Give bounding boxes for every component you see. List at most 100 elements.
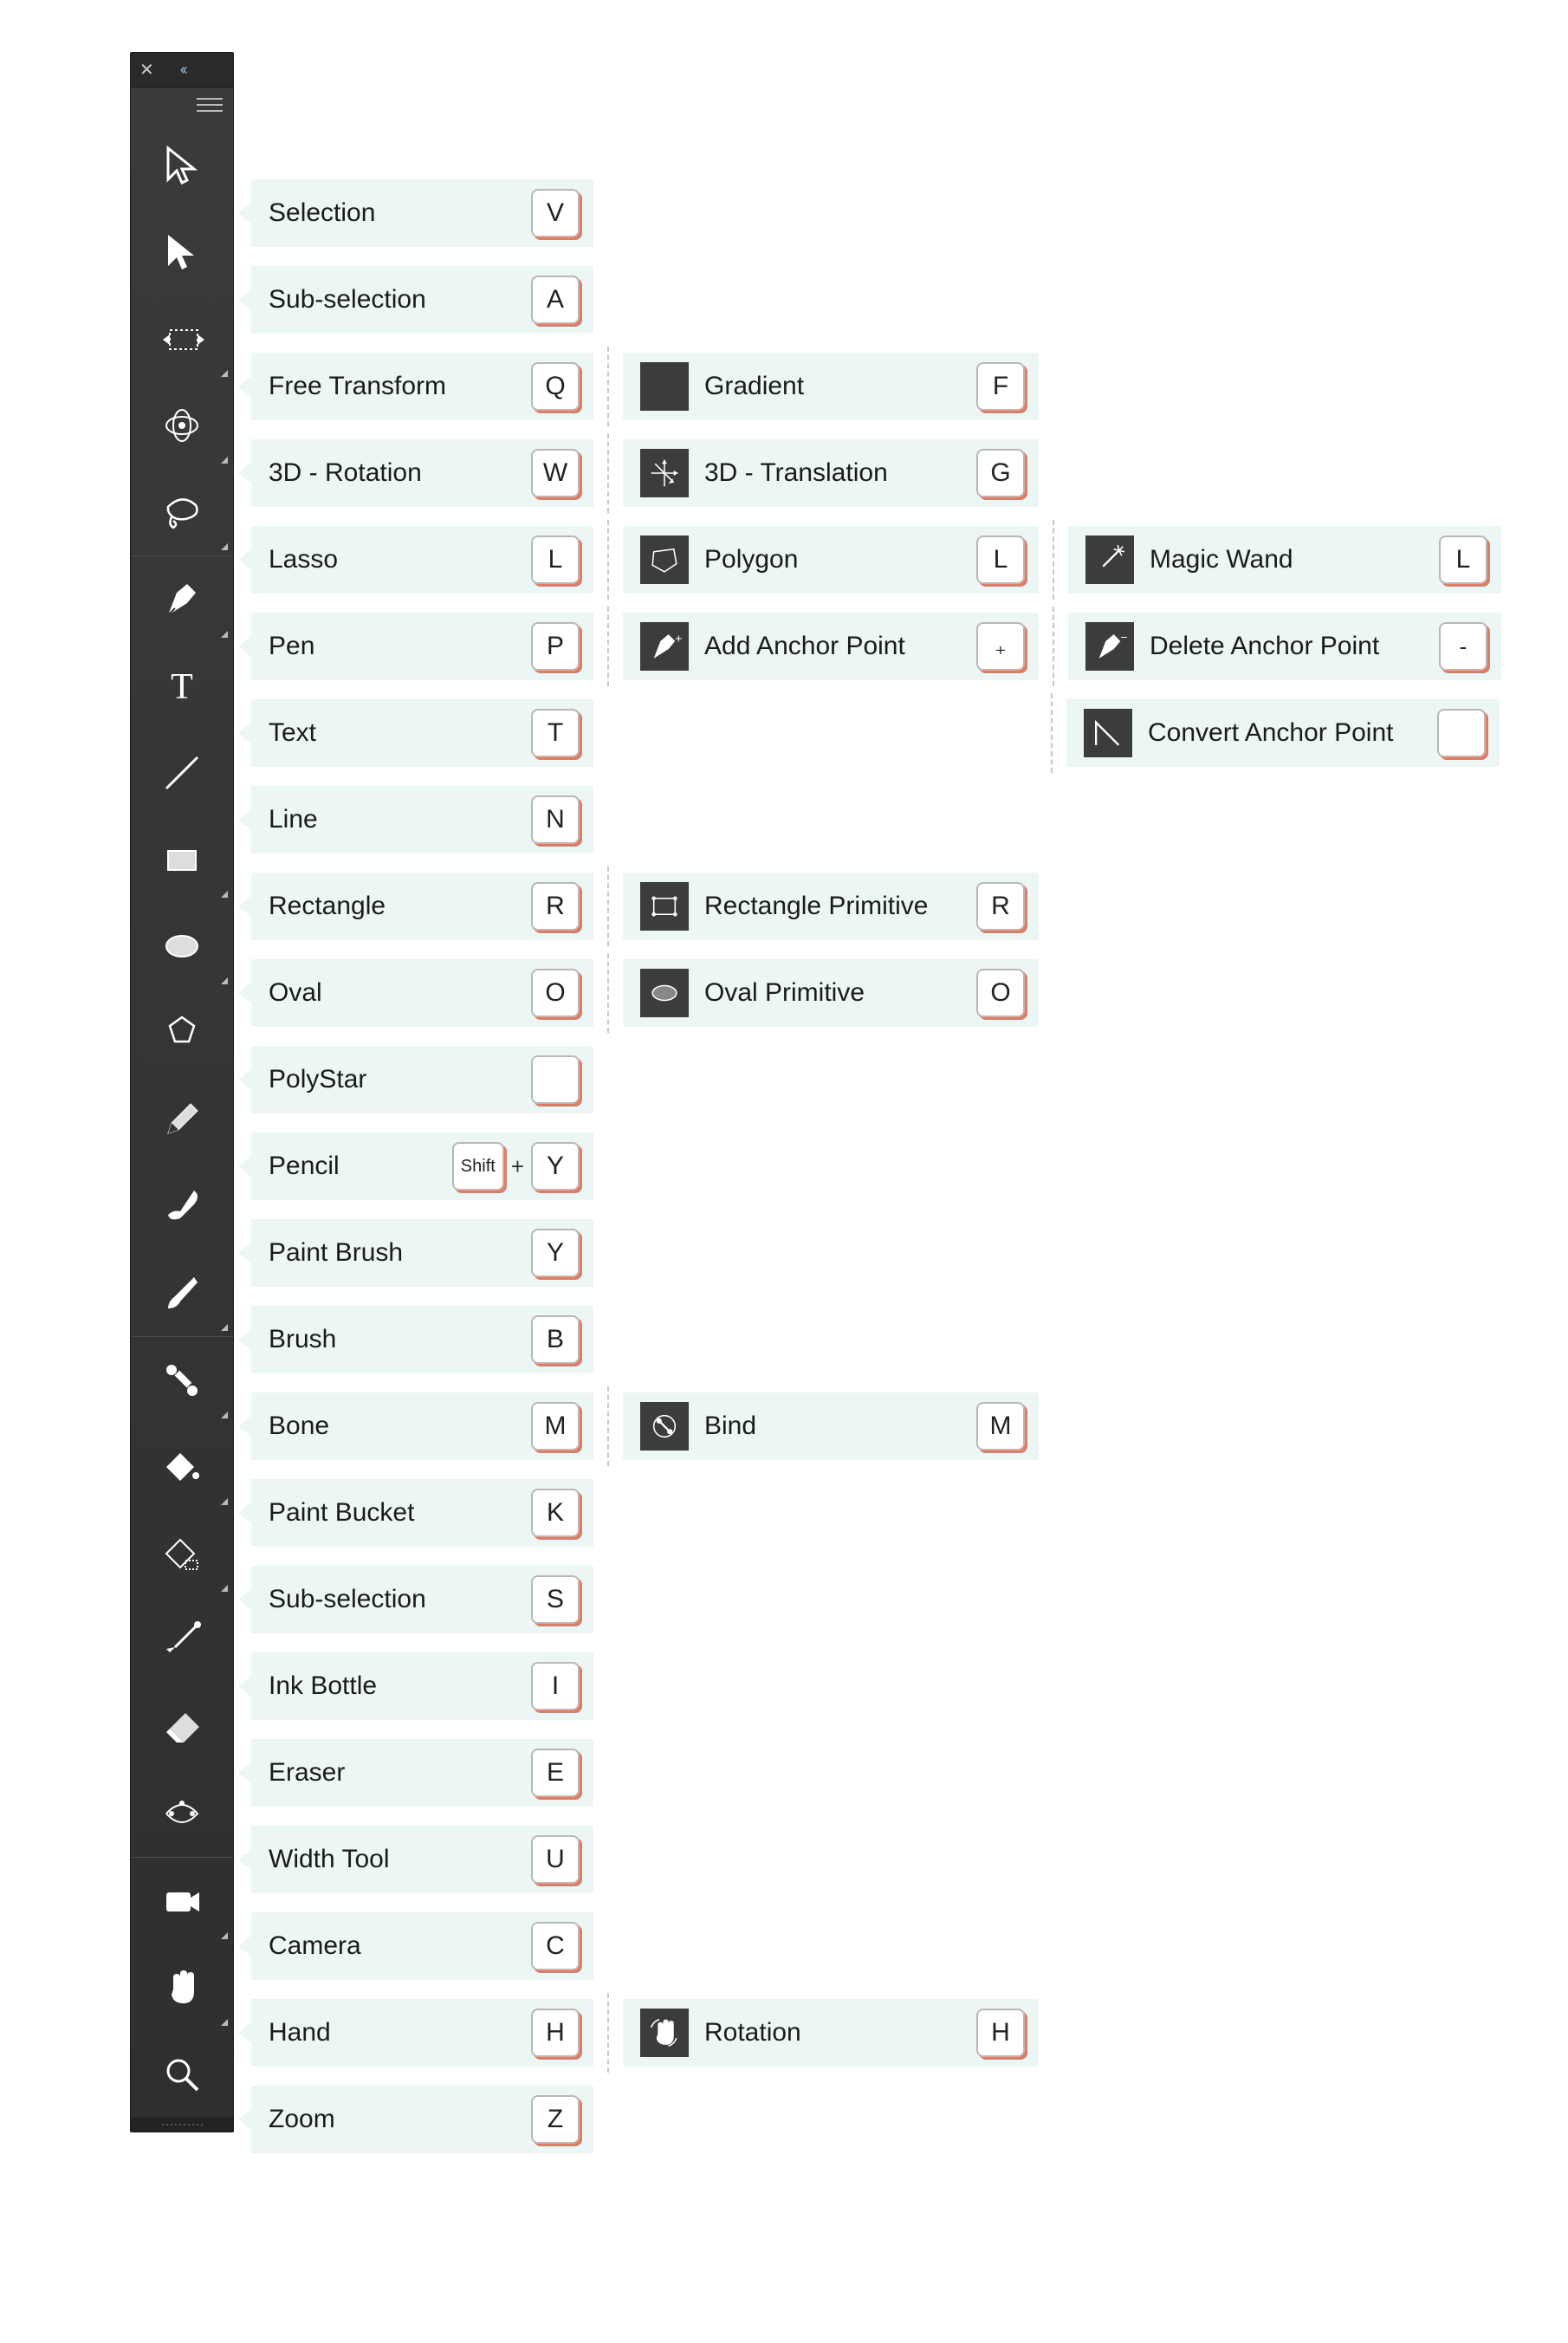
shortcut-keys: M — [976, 1402, 1025, 1451]
submenu-indicator-icon — [221, 1412, 228, 1418]
tool-paint-bucket[interactable] — [131, 1424, 233, 1510]
panel-menu-button[interactable] — [131, 88, 233, 122]
tool-bone[interactable] — [131, 1337, 233, 1424]
shortcut-keys: B — [531, 1315, 580, 1364]
tool-row: BoneMBindM — [251, 1386, 1501, 1466]
tool-card: BrushB — [251, 1306, 593, 1373]
tool-paint-brush[interactable] — [131, 1163, 233, 1249]
tool-camera[interactable] — [131, 1858, 233, 1944]
bind-icon — [640, 1402, 689, 1451]
tool-lasso[interactable] — [131, 469, 233, 555]
close-icon[interactable]: ✕ — [139, 59, 154, 81]
key: F — [976, 362, 1025, 411]
tool-label: Zoom — [269, 2105, 531, 2134]
tool-row: Sub-selectionS — [251, 1560, 1501, 1639]
key: T — [531, 709, 580, 757]
connector — [607, 1993, 609, 2073]
key: A — [531, 276, 580, 324]
key: O — [976, 969, 1025, 1017]
shortcut-keys: L — [531, 535, 580, 584]
shortcut-keys: L — [1439, 535, 1487, 584]
shortcut-keys: - — [1439, 622, 1487, 671]
tool-free-transform[interactable] — [131, 295, 233, 382]
tool-label: Pen — [269, 632, 531, 661]
tool-rotation-3d[interactable] — [131, 382, 233, 469]
connector — [607, 953, 609, 1033]
shortcut-keys — [1437, 709, 1486, 757]
tool-row: LineN — [251, 780, 1501, 860]
tool-label: Add Anchor Point — [704, 632, 976, 661]
key: L — [1439, 535, 1487, 584]
shortcut-keys: H — [976, 2009, 1025, 2057]
tool-pencil[interactable] — [131, 1076, 233, 1163]
tool-oval[interactable] — [131, 903, 233, 990]
tool-card: OvalO — [251, 959, 593, 1027]
submenu-indicator-icon — [221, 2019, 228, 2026]
shortcut-keys: S — [531, 1575, 580, 1624]
rect-primitive-icon — [640, 882, 689, 931]
tool-card: CameraC — [251, 1912, 593, 1980]
tool-card: PolyStar — [251, 1046, 593, 1113]
tool-label: Rotation — [704, 2018, 976, 2048]
delete-anchor-icon — [1085, 622, 1134, 671]
tool-card: PenP — [251, 613, 593, 680]
submenu-indicator-icon — [221, 457, 228, 464]
connector — [1053, 607, 1054, 686]
tool-row: RectangleRRectangle PrimitiveR — [251, 866, 1501, 946]
tool-row: EraserE — [251, 1733, 1501, 1813]
tool-subselection[interactable] — [131, 209, 233, 295]
tool-row: TextTConvert Anchor Point — [251, 693, 1501, 773]
tool-brush[interactable] — [131, 1249, 233, 1336]
tool-selection[interactable] — [131, 122, 233, 209]
shortcut-keys: Shift+Y — [452, 1142, 580, 1191]
tool-label: 3D - Translation — [704, 458, 976, 488]
tool-subselection2[interactable] — [131, 1510, 233, 1597]
collapse-icon[interactable]: ‹‹ — [180, 61, 185, 79]
tool-card: BoneM — [251, 1392, 593, 1460]
submenu-indicator-icon — [221, 1324, 228, 1331]
shortcut-keys: Q — [531, 362, 580, 411]
shortcut-keys: N — [531, 795, 580, 844]
tool-card: Paint BucketK — [251, 1479, 593, 1547]
tool-card: HandH — [251, 1999, 593, 2067]
connector — [607, 1386, 609, 1466]
tool-label: Paint Bucket — [269, 1498, 531, 1528]
key: Y — [531, 1142, 580, 1191]
tool-row: Paint BrushY — [251, 1213, 1501, 1293]
tool-ink-bottle[interactable] — [131, 1597, 233, 1684]
tool-label: Free Transform — [269, 372, 531, 401]
tool-card: TextT — [251, 699, 593, 767]
tool-card: 3D - RotationW — [251, 439, 593, 507]
tool-label: Paint Brush — [269, 1238, 531, 1268]
tool-text[interactable] — [131, 643, 233, 730]
tool-card: LassoL — [251, 526, 593, 594]
tool-hand[interactable] — [131, 1944, 233, 2031]
tool-label: 3D - Rotation — [269, 458, 531, 488]
connector — [607, 433, 609, 513]
shortcut-keys: H — [531, 2009, 580, 2057]
tool-rectangle[interactable] — [131, 816, 233, 903]
tool-panel: ✕ ‹‹ — [130, 52, 234, 2132]
tool-label: Magic Wand — [1150, 545, 1439, 574]
connector — [607, 520, 609, 600]
tool-pen[interactable] — [131, 556, 233, 643]
tool-card: Width ToolU — [251, 1826, 593, 1893]
tool-row: CameraC — [251, 1906, 1501, 1986]
panel-grip[interactable] — [131, 2118, 233, 2132]
submenu-indicator-icon — [221, 1585, 228, 1592]
tool-polystar[interactable] — [131, 990, 233, 1076]
tool-row: LassoLPolygonLMagic WandL — [251, 520, 1501, 600]
tool-row: PenPAdd Anchor Point₊Delete Anchor Point… — [251, 607, 1501, 686]
tool-label: Gradient — [704, 372, 976, 401]
tool-eraser[interactable] — [131, 1684, 233, 1770]
connector — [607, 866, 609, 946]
connector — [607, 347, 609, 426]
tool-row: HandHRotationH — [251, 1993, 1501, 2073]
submenu-indicator-icon — [221, 370, 228, 377]
tool-zoom[interactable] — [131, 2031, 233, 2118]
tool-width-tool[interactable] — [131, 1770, 233, 1857]
tool-line[interactable] — [131, 730, 233, 816]
tool-card: PolygonL — [623, 526, 1039, 594]
tool-card: PencilShift+Y — [251, 1133, 593, 1200]
tool-card: RectangleR — [251, 873, 593, 940]
